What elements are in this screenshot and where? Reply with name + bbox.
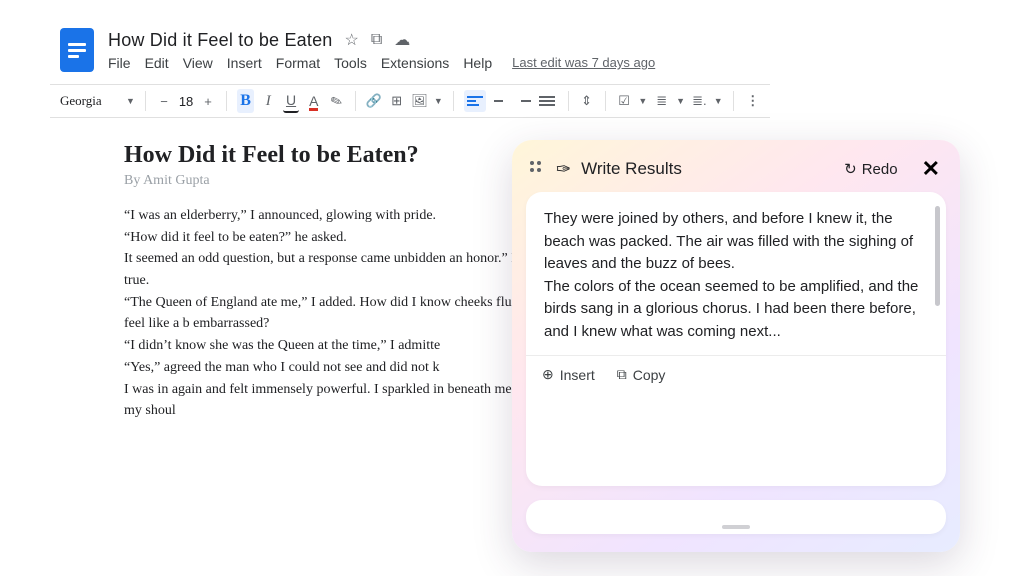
- insert-button[interactable]: ⊕ Insert: [542, 366, 595, 383]
- align-justify-button[interactable]: [536, 90, 558, 112]
- align-right-button[interactable]: [512, 90, 534, 112]
- menu-tools[interactable]: Tools: [334, 55, 367, 71]
- bulleted-list-button[interactable]: ≣: [653, 89, 670, 113]
- drag-handle-icon[interactable]: [530, 161, 546, 177]
- close-icon[interactable]: ✕: [922, 156, 940, 182]
- result-card: They were joined by others, and before I…: [526, 192, 946, 486]
- menu-edit[interactable]: Edit: [145, 55, 169, 71]
- chevron-down-icon[interactable]: ▼: [714, 96, 723, 106]
- copy-label: Copy: [633, 367, 666, 383]
- insert-comment-button[interactable]: ⊞: [388, 89, 405, 113]
- document-title[interactable]: How Did it Feel to be Eaten: [108, 30, 333, 51]
- chevron-down-icon[interactable]: ▼: [638, 96, 647, 106]
- generated-paragraph: The colors of the ocean seemed to be amp…: [544, 276, 924, 344]
- bold-button[interactable]: B: [237, 89, 254, 113]
- scrollbar[interactable]: [935, 206, 940, 306]
- font-size-value[interactable]: 18: [178, 94, 193, 109]
- menu-format[interactable]: Format: [276, 55, 320, 71]
- underline-button[interactable]: U: [283, 89, 300, 113]
- font-size-decrease[interactable]: −: [156, 89, 173, 113]
- panel-title: Write Results: [581, 159, 834, 179]
- menu-help[interactable]: Help: [463, 55, 492, 71]
- star-icon[interactable]: ☆: [345, 30, 359, 50]
- insert-arrow-icon: ⊕: [542, 366, 554, 383]
- redo-icon: ↻: [844, 160, 857, 178]
- write-results-panel: ✑ Write Results ↻ Redo ✕ They were joine…: [512, 140, 960, 552]
- chevron-down-icon[interactable]: ▼: [126, 96, 135, 106]
- text-color-button[interactable]: A: [305, 89, 322, 113]
- formatting-toolbar: Georgia ▼ − 18 + B I U A ✎ 🔗 ⊞ 🖼 ▼: [50, 84, 770, 118]
- move-to-folder-icon[interactable]: ⧉: [371, 31, 382, 49]
- copy-icon: ⧉: [617, 366, 627, 383]
- titlebar: How Did it Feel to be Eaten ☆ ⧉ ☁ File E…: [50, 20, 770, 74]
- font-family-select[interactable]: Georgia: [60, 93, 120, 109]
- last-edit-link[interactable]: Last edit was 7 days ago: [512, 55, 655, 70]
- insert-image-button[interactable]: 🖼: [411, 89, 428, 113]
- chevron-down-icon[interactable]: ▼: [676, 96, 685, 106]
- font-size-increase[interactable]: +: [200, 89, 217, 113]
- generated-paragraph: They were joined by others, and before I…: [544, 208, 924, 276]
- menu-extensions[interactable]: Extensions: [381, 55, 449, 71]
- feather-icon: ✑: [556, 159, 571, 180]
- checklist-button[interactable]: ☑: [616, 89, 633, 113]
- numbered-list-button[interactable]: ≣.: [691, 89, 708, 113]
- align-left-button[interactable]: [464, 90, 486, 112]
- generated-text: They were joined by others, and before I…: [526, 192, 946, 355]
- docs-logo-icon[interactable]: [60, 28, 94, 72]
- cloud-status-icon: ☁: [394, 30, 410, 50]
- redo-label: Redo: [862, 161, 898, 178]
- highlight-button[interactable]: ✎: [325, 87, 349, 115]
- line-spacing-button[interactable]: ⇕: [578, 89, 595, 113]
- align-center-button[interactable]: [488, 90, 510, 112]
- chevron-down-icon[interactable]: ▼: [434, 96, 443, 106]
- insert-label: Insert: [560, 367, 595, 383]
- menu-view[interactable]: View: [183, 55, 213, 71]
- redo-button[interactable]: ↻ Redo: [844, 160, 897, 178]
- copy-button[interactable]: ⧉ Copy: [617, 366, 666, 383]
- italic-button[interactable]: I: [260, 89, 277, 113]
- prompt-input[interactable]: [526, 500, 946, 534]
- insert-link-button[interactable]: 🔗: [366, 89, 383, 113]
- menubar: File Edit View Insert Format Tools Exten…: [108, 55, 655, 71]
- alignment-group: [464, 90, 558, 112]
- menu-file[interactable]: File: [108, 55, 131, 71]
- more-toolbar-icon[interactable]: ⋮: [743, 89, 760, 113]
- menu-insert[interactable]: Insert: [227, 55, 262, 71]
